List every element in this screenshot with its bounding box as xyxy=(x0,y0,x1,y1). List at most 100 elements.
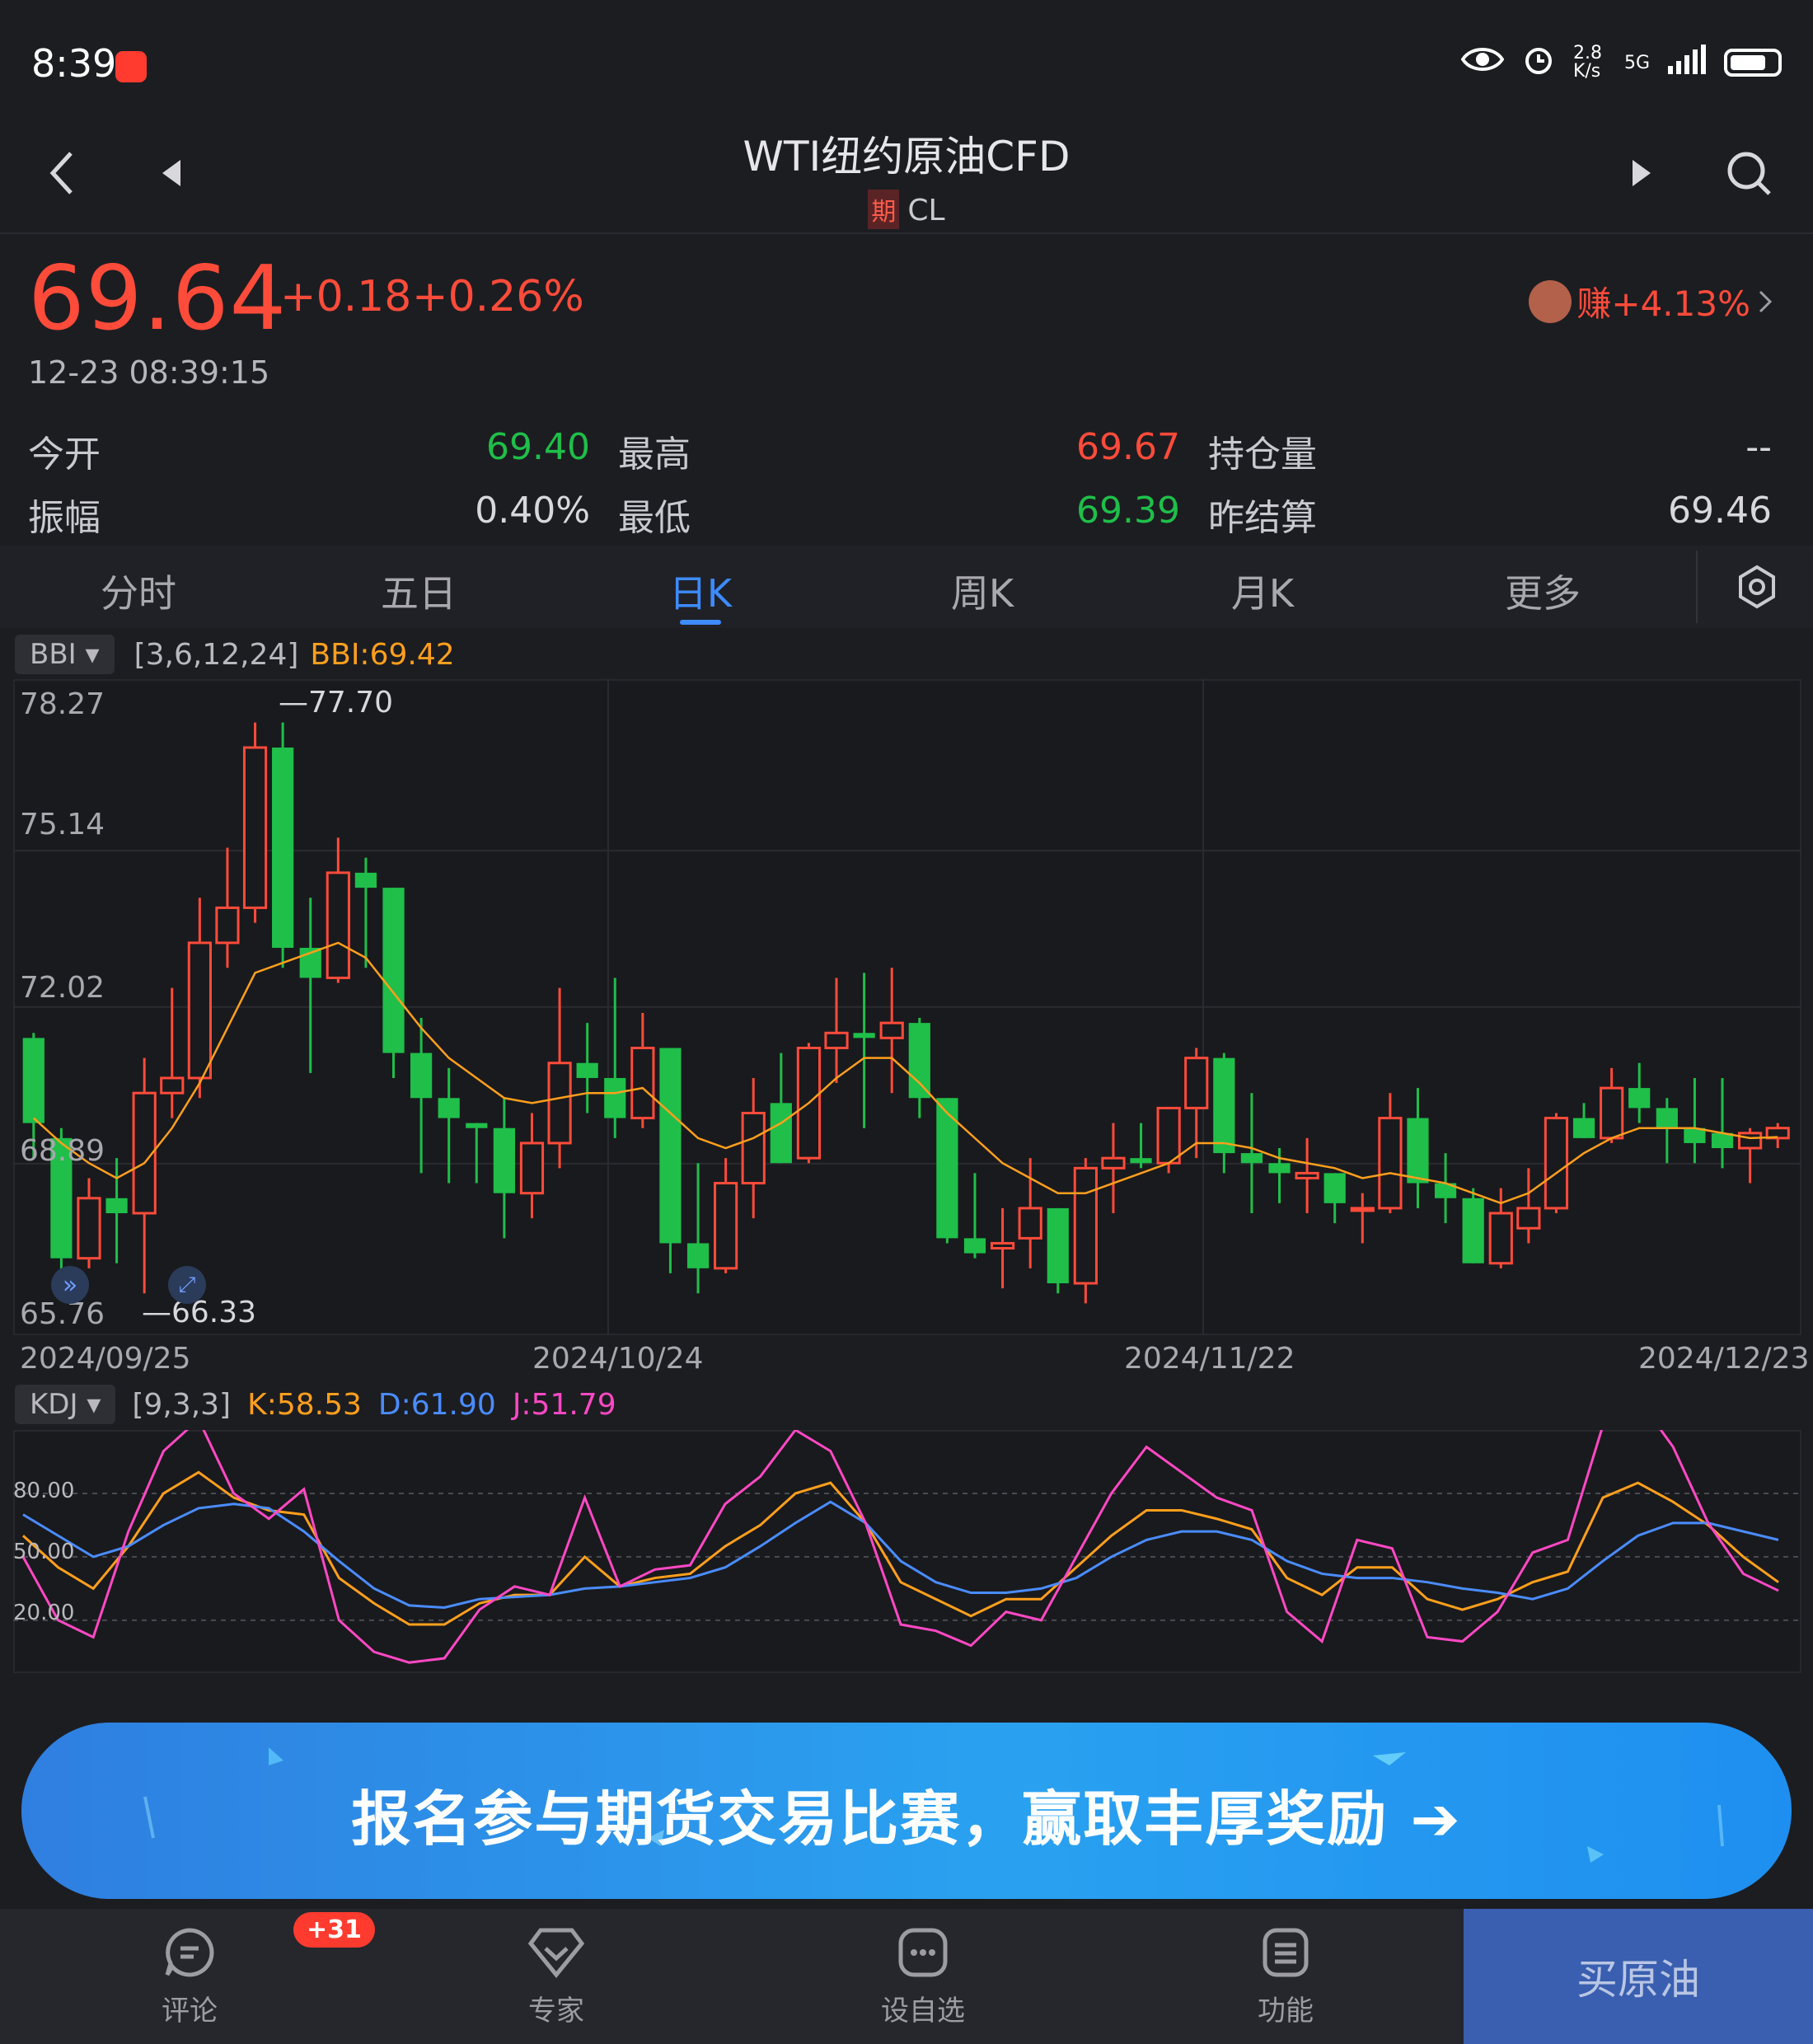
candle-body xyxy=(576,1062,598,1078)
candle-body xyxy=(354,872,377,888)
candle-body xyxy=(824,1031,849,1050)
y-tick-label: 78.27 xyxy=(20,687,105,721)
next-instrument-button[interactable] xyxy=(1609,140,1675,206)
tab-monthly-k[interactable]: 月K xyxy=(1180,564,1345,618)
gear-icon xyxy=(1739,565,1775,609)
candle-body xyxy=(1600,1086,1624,1140)
kdj-params: [9,3,3] xyxy=(132,1387,232,1422)
candle-body xyxy=(1544,1117,1569,1210)
open-interest-label: 持仓量 xyxy=(1208,434,1317,476)
price-change-percent: +0.26% xyxy=(412,272,584,321)
main-indicator-legend: BBI ▾ [3,6,12,24] BBI:69.42 xyxy=(15,635,455,674)
candle-body xyxy=(410,1052,433,1099)
candle-body xyxy=(908,1023,930,1099)
open-value: 69.40 xyxy=(486,426,590,468)
candle-body xyxy=(187,941,212,1080)
max-price-value: 77.70 xyxy=(308,686,394,720)
comment-label: 评论 xyxy=(162,1994,218,2028)
kdj-y-tick: 80.00 xyxy=(13,1479,75,1503)
candle-body xyxy=(272,748,294,949)
candle-body xyxy=(1738,1132,1763,1150)
expert-button[interactable]: 专家 xyxy=(449,1909,663,2044)
candle-body xyxy=(77,1197,101,1260)
main-indicator-params: [3,6,12,24] xyxy=(134,637,299,672)
add-watchlist-button[interactable]: 设自选 xyxy=(816,1909,1030,2044)
y-tick-label: 72.02 xyxy=(20,971,105,1005)
tab-five-day[interactable]: 五日 xyxy=(336,564,501,618)
y-tick-label: 75.14 xyxy=(20,808,105,842)
add-watchlist-label: 设自选 xyxy=(881,1994,965,2028)
bbi-value: BBI:69.42 xyxy=(310,637,455,672)
function-label: 功能 xyxy=(1258,1994,1314,2028)
candle-body xyxy=(1073,1166,1098,1285)
prev-settle-value: 69.46 xyxy=(1668,490,1772,532)
low-value: 69.39 xyxy=(1076,490,1180,532)
earn-link[interactable]: 赚+4.13% xyxy=(1529,276,1775,326)
battery-icon xyxy=(1724,49,1782,77)
alarm-icon xyxy=(1522,43,1555,82)
earn-text: 赚+4.13% xyxy=(1576,284,1750,324)
candle-body xyxy=(1213,1057,1235,1154)
candle-body xyxy=(990,1241,1015,1250)
kdj-k-line xyxy=(21,1470,1779,1626)
status-bar: 8:39 2.8 K/s 5G xyxy=(0,0,1813,124)
amplitude-value: 0.40% xyxy=(475,490,590,532)
buy-crude-label: 买原油 xyxy=(1576,1956,1700,2004)
candle-body xyxy=(326,871,350,979)
tab-weekly-k[interactable]: 周K xyxy=(900,564,1065,618)
tab-more[interactable]: 更多 xyxy=(1460,564,1625,618)
candle-body xyxy=(1572,1118,1595,1138)
low-label: 最低 xyxy=(618,497,691,539)
instrument-code-row: 期 CL xyxy=(0,190,1813,229)
expert-label: 专家 xyxy=(528,1994,584,2028)
menu-list-icon xyxy=(1263,1928,1309,1976)
candle-body xyxy=(879,1021,904,1039)
kdj-chart[interactable] xyxy=(13,1430,1801,1673)
x-tick-label: 2024/11/22 xyxy=(1124,1342,1295,1376)
candle-body xyxy=(1350,1207,1375,1212)
sub-indicator-name: KDJ xyxy=(30,1388,78,1421)
candle-body xyxy=(1295,1171,1319,1179)
comment-button[interactable]: 评论 xyxy=(82,1909,297,2044)
chart-settings-button[interactable] xyxy=(1724,554,1790,620)
tab-daily-k[interactable]: 日K xyxy=(618,564,783,618)
candle-body xyxy=(853,1033,875,1038)
candle-body xyxy=(215,906,240,945)
expand-chart-button[interactable]: » xyxy=(51,1266,89,1304)
function-button[interactable]: 功能 xyxy=(1178,1909,1393,2044)
quote-timestamp: 12-23 08:39:15 xyxy=(28,354,270,391)
search-button[interactable] xyxy=(1716,140,1782,206)
candle-body xyxy=(686,1243,710,1268)
buy-crude-button[interactable]: 买原油 xyxy=(1464,1909,1813,2044)
kdj-legend: KDJ ▾ [9,3,3] K:58.53 D:61.90 J:51.79 xyxy=(15,1385,616,1424)
candle-body xyxy=(963,1238,986,1254)
active-tab-indicator xyxy=(680,620,721,625)
comment-icon xyxy=(165,1927,214,1976)
search-icon xyxy=(1727,152,1771,195)
candle-body xyxy=(160,1076,185,1095)
notification-app-icon xyxy=(115,51,147,82)
main-indicator-selector[interactable]: BBI ▾ xyxy=(15,635,115,674)
more-dots-icon xyxy=(898,1928,948,1976)
candle-body xyxy=(547,1062,572,1145)
candle-body xyxy=(1240,1153,1263,1164)
chevron-right-icon xyxy=(1759,290,1773,312)
tab-divider xyxy=(1696,551,1698,623)
signal-label: 5G xyxy=(1623,52,1650,73)
fullscreen-button[interactable]: ⤢ xyxy=(168,1266,206,1304)
candle-body xyxy=(22,1038,45,1123)
sub-indicator-selector[interactable]: KDJ ▾ xyxy=(15,1385,116,1424)
candle-body xyxy=(1130,1158,1152,1164)
triangle-right-icon xyxy=(1633,160,1651,186)
banner-label: 报名参与期货交易比赛，赢取丰厚奖励 xyxy=(351,1784,1389,1854)
candle-body xyxy=(1018,1207,1042,1240)
open-label: 今开 xyxy=(28,434,101,476)
last-price: 69.64 xyxy=(28,247,288,350)
tab-intraday[interactable]: 分时 xyxy=(56,564,221,618)
eye-icon xyxy=(1460,45,1505,81)
banner-text[interactable]: 报名参与期货交易比赛，赢取丰厚奖励 ➔ xyxy=(0,1770,1813,1857)
candlestick-chart[interactable] xyxy=(13,679,1801,1335)
kdj-j-value: J:51.79 xyxy=(512,1387,616,1422)
candle-body xyxy=(714,1182,738,1270)
fullscreen-icon: ⤢ xyxy=(178,1272,196,1297)
